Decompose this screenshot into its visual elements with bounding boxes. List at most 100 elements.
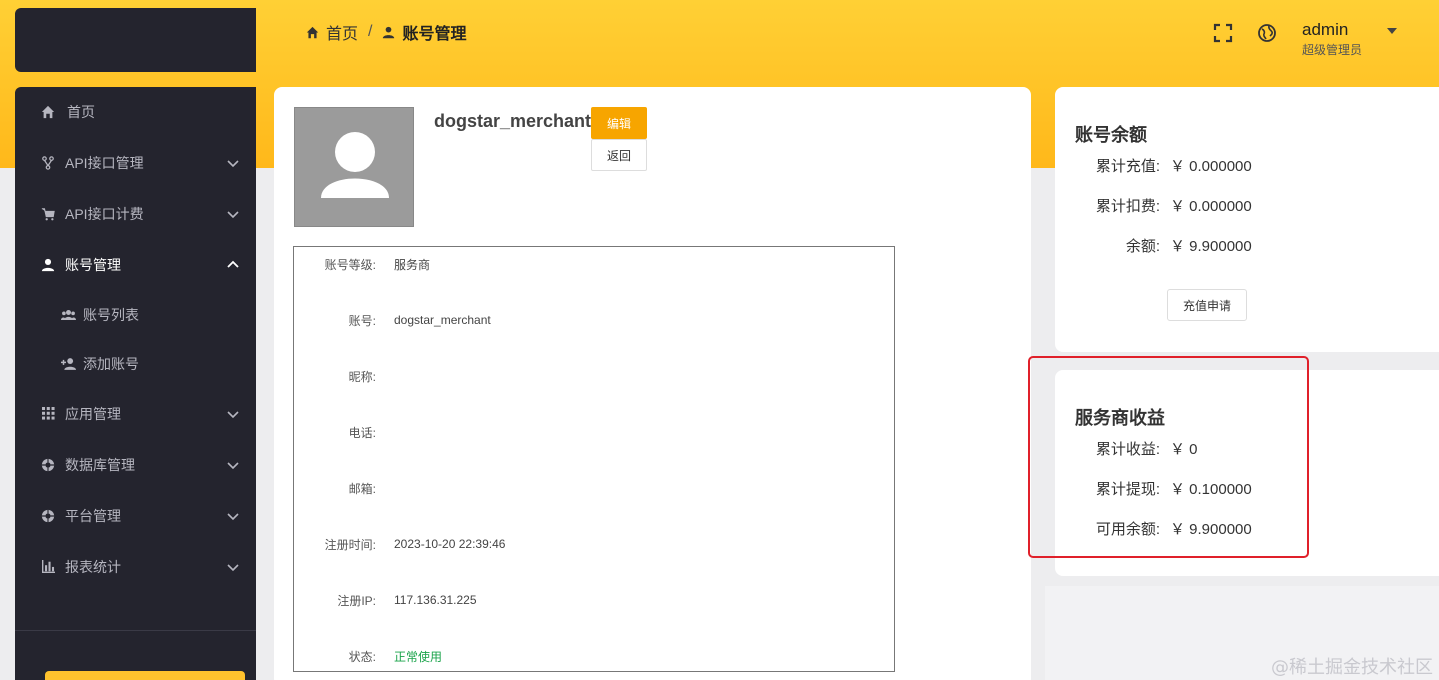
bar-chart-icon [40,559,56,575]
balance-title: 账号余额 [1075,125,1147,145]
sidebar-item-database-management[interactable]: 数据库管理 [15,439,256,490]
edit-button[interactable]: 编辑 [591,107,647,139]
info-row-phone: 电话: [294,423,394,441]
sidebar-item-label: 账号管理 [65,256,121,273]
back-button[interactable]: 返回 [591,139,647,171]
chevron-down-icon [227,461,239,469]
balance-label: 余额: [1125,237,1160,255]
sidebar-item-app-management[interactable]: 应用管理 [15,388,256,439]
header-toolbar: admin 超级管理员 [1212,18,1423,57]
info-value: 117.136.31.225 [394,593,477,607]
income-label: 累计提现: [1095,480,1160,498]
sidebar-item-label: API接口管理 [65,154,144,171]
sidebar-item-label: 平台管理 [65,507,121,524]
breadcrumb: 首页 / 账号管理 [306,20,466,44]
balance-row-total-deduction: 累计扣费: ￥ 0.000000 [1055,195,1355,215]
user-add-icon [60,356,76,372]
sidebar-item-label: API接口计费 [65,205,144,222]
info-label: 电话: [348,425,376,440]
sidebar-item-label: 账号列表 [83,306,139,323]
sidebar-divider [15,630,256,631]
recharge-request-button[interactable]: 充值申请 [1167,289,1247,321]
chevron-down-icon [227,159,239,167]
info-value: 2023-10-20 22:39:46 [394,537,506,551]
income-row-total-withdrawal: 累计提现: ￥ 0.100000 [1055,478,1355,498]
balance-row-balance: 余额: ￥ 9.900000 [1055,235,1355,255]
info-value: dogstar_merchant [394,313,491,327]
sidebar-item-platform-management[interactable]: 平台管理 [15,490,256,541]
info-row-email: 邮箱: [294,479,394,497]
info-row-register-time: 注册时间: 2023-10-20 22:39:46 [294,535,506,553]
info-label: 账号: [348,313,376,328]
sidebar-item-label: 首页 [67,104,95,120]
avatar [294,107,414,227]
info-label: 账号等级: [324,257,376,272]
watermark: @稀土掘金技术社区 [1271,657,1433,678]
sidebar-item-api-management[interactable]: API接口管理 [15,137,256,188]
info-row-status: 状态: 正常使用 [294,647,442,665]
provider-income-card: 服务商收益 累计收益: ￥ 0 累计提现: ￥ 0.100000 可用余额: ￥… [1055,370,1439,576]
chevron-up-icon [227,260,239,268]
chevron-down-icon [227,563,239,571]
chevron-down-icon [227,210,239,218]
info-label: 注册时间: [324,537,376,552]
balance-value: ￥ 0.000000 [1170,197,1252,215]
breadcrumb-home[interactable]: 首页 [306,20,358,44]
balance-row-total-recharge: 累计充值: ￥ 0.000000 [1055,155,1355,175]
info-row-level: 账号等级: 服务商 [294,255,430,273]
sidebar-item-label: 应用管理 [65,405,121,422]
sidebar-bottom-button[interactable] [45,671,245,680]
chevron-down-icon [227,410,239,418]
income-value: ￥ 0 [1170,440,1198,458]
sidebar-item-home[interactable]: 首页 [15,87,256,137]
grid-icon [40,406,56,422]
income-row-total-income: 累计收益: ￥ 0 [1055,438,1355,458]
user-menu[interactable]: admin 超级管理员 [1302,18,1397,57]
sidebar-item-label: 报表统计 [65,558,121,575]
breadcrumb-current-label: 账号管理 [402,26,467,43]
sidebar-subitem-add-account[interactable]: 添加账号 [15,339,256,388]
profile-card: dogstar_merchant 编辑 返回 账号等级: 服务商 账号: dog… [274,87,1031,680]
breadcrumb-home-label: 首页 [326,26,359,43]
income-row-available-balance: 可用余额: ￥ 9.900000 [1055,518,1355,538]
breadcrumb-separator: / [368,23,373,40]
info-value: 服务商 [394,257,431,272]
sidebar-subitem-account-list[interactable]: 账号列表 [15,290,256,339]
sidebar-item-reports[interactable]: 报表统计 [15,541,256,592]
user-role: 超级管理员 [1302,43,1363,57]
info-label: 邮箱: [348,481,376,496]
account-balance-card: 账号余额 累计充值: ￥ 0.000000 累计扣费: ￥ 0.000000 余… [1055,87,1439,352]
info-row-nickname: 昵称: [294,367,394,385]
cart-icon [40,206,56,222]
income-value: ￥ 0.100000 [1170,480,1252,498]
home-icon [306,26,319,38]
income-label: 累计收益: [1095,440,1160,458]
balance-label: 累计充值: [1095,157,1160,175]
user-icon [383,26,395,38]
user-name: admin [1302,20,1349,39]
balance-label: 累计扣费: [1095,197,1160,215]
platform-icon [40,508,56,524]
chevron-down-icon [1387,28,1397,34]
database-icon [40,457,56,473]
info-row-account: 账号: dogstar_merchant [294,311,491,329]
default-avatar-icon [295,108,413,226]
sidebar-item-api-billing[interactable]: API接口计费 [15,188,256,239]
account-info-box: 账号等级: 服务商 账号: dogstar_merchant 昵称: 电话: 邮… [293,246,895,672]
logo-area[interactable] [15,8,256,72]
income-label: 可用余额: [1095,520,1160,538]
branch-icon [40,155,56,171]
info-label: 状态: [348,649,376,664]
sidebar-item-account-management[interactable]: 账号管理 [15,239,256,290]
users-icon [60,307,76,323]
chevron-down-icon [227,512,239,520]
fullscreen-icon[interactable] [1212,22,1234,44]
breadcrumb-current: 账号管理 [382,20,466,44]
info-row-register-ip: 注册IP: 117.136.31.225 [294,591,477,609]
income-value: ￥ 9.900000 [1170,520,1252,538]
info-label: 昵称: [348,369,376,384]
sidebar: 首页 API接口管理 API接口计费 账号管理 账号列表 添加账号 应用管理 数… [15,87,256,680]
balance-value: ￥ 9.900000 [1170,237,1252,255]
language-globe-icon[interactable] [1256,22,1278,44]
income-title: 服务商收益 [1075,408,1165,428]
